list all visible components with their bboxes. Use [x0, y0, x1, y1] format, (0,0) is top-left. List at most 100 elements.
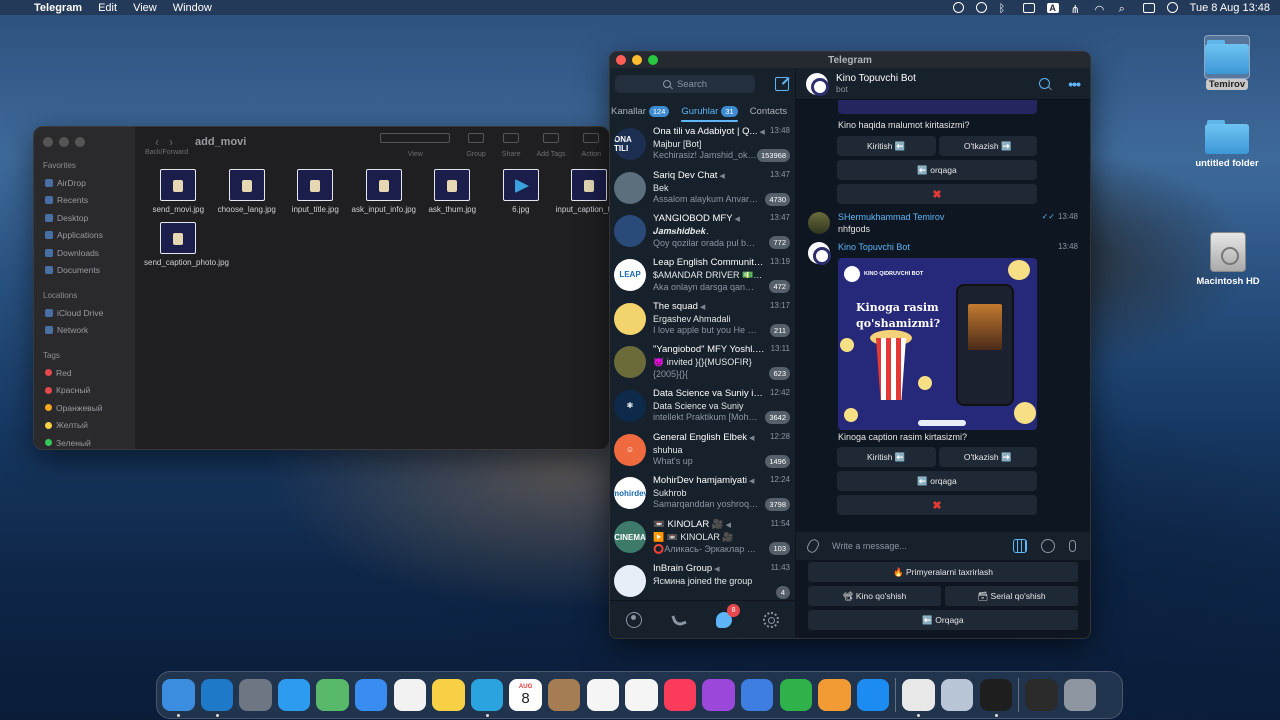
- inline-orqaga-button[interactable]: ⬅️ orqaga: [837, 160, 1037, 180]
- maps-icon[interactable]: [316, 678, 349, 712]
- sidebar-item-documents[interactable]: Documents: [43, 262, 126, 280]
- chat-list-item[interactable]: CINEMA 📼 KINOLAR 🎥 ◀ ▶️ 📼 KINOLAR 🎥 ⭕Аликаcь…: [610, 515, 795, 559]
- notes-icon[interactable]: [432, 678, 465, 712]
- bot-name[interactable]: Kino Topuvchi Bot: [838, 242, 1078, 252]
- inline-cancel-button[interactable]: ✖: [837, 495, 1037, 515]
- chat-list-item[interactable]: ONA TILI Ona tili va Adabiyot | Q... ◀ Majb…: [610, 122, 795, 166]
- bot-photo[interactable]: KINO QIDRUVCHI BOT Kinoga rasim qo'shami…: [838, 258, 1037, 430]
- chat-list-item[interactable]: YANGIOBOD MFY ◀ 𝑱𝒂𝒎𝒔𝒉𝒊𝒅𝒃𝒆𝒌. Qoy qozilar ora…: [610, 209, 795, 253]
- creative-cloud-icon[interactable]: [952, 2, 964, 13]
- music-icon[interactable]: [663, 678, 697, 712]
- menu-window[interactable]: Window: [173, 2, 212, 14]
- file-item[interactable]: choose_lang.jpg: [213, 169, 282, 214]
- sidebar-tag-item[interactable]: Оранжевый: [43, 399, 126, 417]
- minimize-button[interactable]: [632, 55, 642, 65]
- inline-orqaga-button[interactable]: ⬅️ orqaga: [837, 471, 1037, 491]
- compose-icon[interactable]: [775, 77, 789, 91]
- share-button[interactable]: Share: [502, 132, 520, 158]
- menu-edit[interactable]: Edit: [98, 2, 117, 14]
- file-item[interactable]: ask_thum.jpg: [418, 169, 487, 214]
- back-button[interactable]: ⬅️ Orqaga: [808, 610, 1078, 630]
- tab-guruhlar[interactable]: Guruhlar 31: [681, 100, 739, 122]
- tab-contacts[interactable]: Contacts: [750, 100, 788, 122]
- back-forward-arrows-icon[interactable]: ‹›: [155, 135, 183, 149]
- action-button[interactable]: Action: [582, 132, 601, 158]
- chat-list-item[interactable]: LEAP Leap English Community◀$AMANDAR DRIV…: [610, 253, 795, 297]
- tab-kanallar[interactable]: Kanallar 124: [611, 100, 670, 122]
- sidebar-tag-item[interactable]: Зеленый: [43, 434, 126, 449]
- sidebar-tag-item[interactable]: Желтый: [43, 417, 126, 435]
- input-source-icon[interactable]: A: [1046, 2, 1059, 13]
- wifi-icon[interactable]: ◠: [1095, 3, 1107, 16]
- sidebar-item-network[interactable]: Network: [43, 322, 126, 340]
- safari-icon[interactable]: [277, 678, 311, 712]
- conversation-header[interactable]: Kino Topuvchi Bot bot •••: [796, 68, 1090, 100]
- inline-cancel-button[interactable]: ✖: [837, 184, 1037, 204]
- pages-icon[interactable]: [818, 678, 851, 712]
- screen-record-icon[interactable]: [1022, 2, 1035, 13]
- desktop-macintosh-hd[interactable]: Macintosh HD: [1186, 232, 1270, 287]
- close-button[interactable]: [43, 137, 53, 147]
- file-item[interactable]: input_caption_t.jpg: [555, 169, 609, 214]
- group-button[interactable]: Group: [466, 132, 486, 158]
- microphone-icon[interactable]: [1069, 540, 1076, 552]
- play-icon[interactable]: [975, 2, 987, 13]
- chrome-icon[interactable]: [902, 678, 935, 718]
- sidebar-tag-item[interactable]: Red: [43, 364, 126, 382]
- finder-icon[interactable]: [162, 678, 195, 718]
- numbers-icon[interactable]: [779, 678, 812, 712]
- antenna-icon[interactable]: ⋔: [1071, 3, 1083, 16]
- bot-keyboard-icon[interactable]: [1013, 539, 1027, 553]
- previous-photo-bottom[interactable]: [838, 100, 1037, 114]
- calls-nav-icon[interactable]: [671, 611, 687, 628]
- bot-avatar[interactable]: [808, 242, 831, 265]
- telegram-icon[interactable]: [470, 678, 504, 718]
- file-item[interactable]: ask_input_info.jpg: [350, 169, 419, 214]
- terminal-icon[interactable]: [979, 678, 1013, 718]
- contacts-icon[interactable]: [547, 678, 581, 712]
- minimize-button[interactable]: [59, 137, 69, 147]
- inline-kiritish-button[interactable]: Kiritish ⬅️: [837, 136, 936, 156]
- settings-gear-icon[interactable]: [763, 611, 780, 628]
- zoom-button[interactable]: [75, 137, 85, 147]
- chat-list-item[interactable]: Sariq Dev Chat ◀ Bek Assalom alaykum Anvar …: [610, 166, 795, 210]
- file-item[interactable]: input_title.jpg: [281, 169, 350, 214]
- contacts-nav-icon[interactable]: [625, 611, 642, 628]
- file-item[interactable]: send_movi.jpg: [144, 169, 213, 214]
- attach-icon[interactable]: [805, 537, 821, 555]
- add-tags-button[interactable]: Add Tags: [536, 132, 566, 158]
- sidebar-item-recents[interactable]: Recents: [43, 192, 126, 210]
- sidebar-item-desktop[interactable]: Desktop: [43, 209, 126, 227]
- desktop-folder-temirov[interactable]: Temirov: [1185, 35, 1269, 90]
- chat-list-item[interactable]: ☺ General English Elbek ◀ shuhua What's up 12…: [610, 428, 795, 472]
- appstore-icon[interactable]: [856, 678, 890, 712]
- inline-otkazish-button[interactable]: O'tkazish ➡️: [938, 447, 1037, 467]
- trash-icon[interactable]: [1063, 678, 1097, 712]
- recent-window-icon[interactable]: [1025, 678, 1058, 712]
- more-options-icon[interactable]: •••: [1068, 76, 1081, 92]
- desktop-folder-untitled[interactable]: untitled folder: [1185, 120, 1269, 169]
- sidebar-tag-item[interactable]: Красный: [43, 382, 126, 400]
- emoji-icon[interactable]: [1041, 539, 1055, 553]
- file-item[interactable]: 6.jpg: [487, 169, 556, 214]
- chat-list-item[interactable]: ⚛ Data Science va Suniy i...◀Data Science…: [610, 384, 795, 428]
- file-item[interactable]: send_caption_photo.jpg: [144, 222, 229, 267]
- chat-list-item[interactable]: mohirdev MohirDev hamjamiyati◀SukhrobSama…: [610, 472, 795, 516]
- mail-icon[interactable]: [354, 678, 388, 712]
- inline-otkazish-button[interactable]: O'tkazish ➡️: [938, 136, 1037, 156]
- bluetooth-icon[interactable]: ᛒ: [999, 3, 1011, 15]
- menu-view[interactable]: View: [133, 2, 157, 14]
- launchpad-icon[interactable]: [239, 678, 272, 712]
- inline-kiritish-button[interactable]: Kiritish ⬅️: [837, 447, 936, 467]
- zoom-button[interactable]: [648, 55, 658, 65]
- chats-nav-icon[interactable]: 8: [716, 603, 741, 628]
- sidebar-item-downloads[interactable]: Downloads: [43, 244, 126, 262]
- sidebar-item-icloud[interactable]: iCloud Drive: [43, 304, 126, 322]
- control-center-icon[interactable]: [1142, 2, 1155, 13]
- user-avatar[interactable]: [808, 212, 830, 234]
- menu-app-name[interactable]: Telegram: [34, 2, 82, 14]
- freeform-icon[interactable]: [625, 678, 658, 712]
- close-button[interactable]: [616, 55, 626, 65]
- sidebar-item-airdrop[interactable]: AirDrop: [43, 174, 126, 192]
- keynote-icon[interactable]: [740, 678, 774, 712]
